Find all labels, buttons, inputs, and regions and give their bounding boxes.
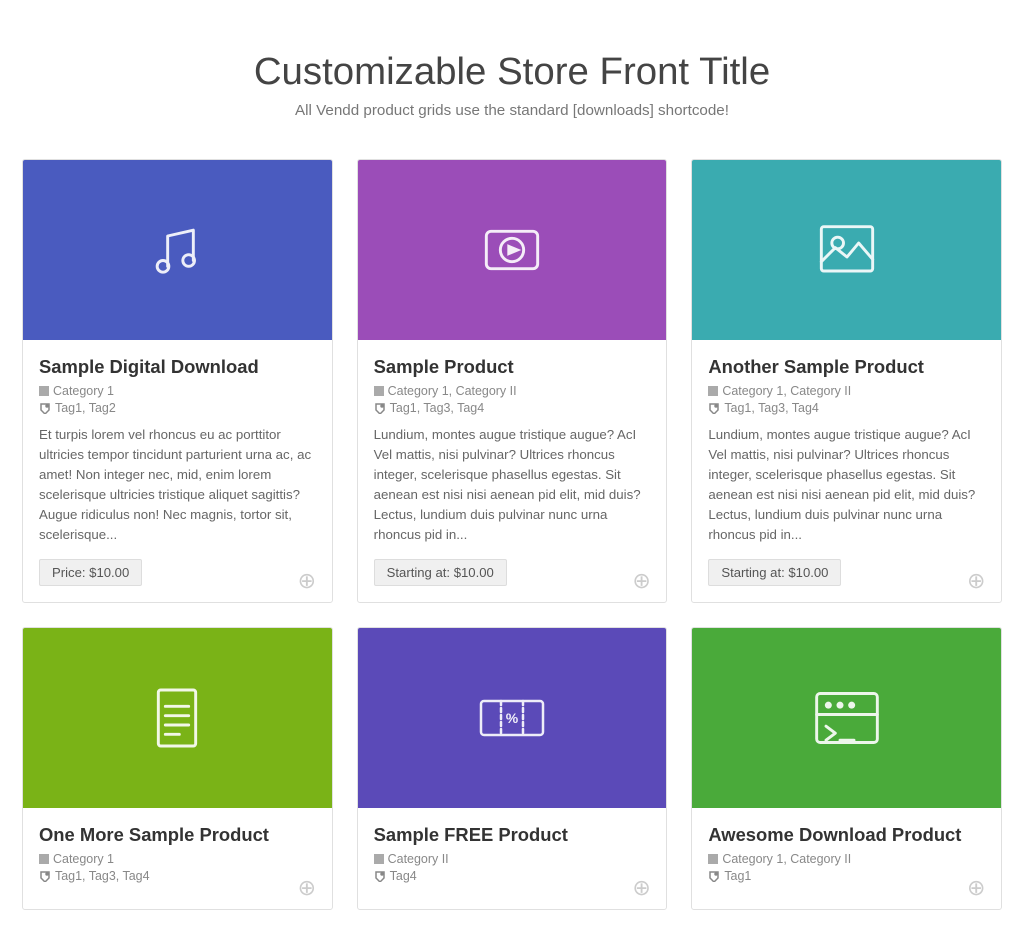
category-icon (708, 854, 718, 864)
svg-text:%: % (506, 710, 519, 726)
product-tags: Tag1, Tag2 (39, 401, 316, 415)
tag-icon (374, 870, 386, 882)
product-categories: Category 1, Category II (708, 852, 985, 866)
product-thumbnail (23, 160, 332, 340)
tag-icon (374, 402, 386, 414)
product-description: Lundium, montes augue tristique augue? A… (708, 425, 985, 545)
product-name: One More Sample Product (39, 824, 316, 846)
product-name: Another Sample Product (708, 356, 985, 378)
tag-icon (39, 870, 51, 882)
product-categories: Category 1 (39, 384, 316, 398)
product-card-one-more-sample-product[interactable]: One More Sample Product Category 1 Tag1,… (22, 627, 333, 910)
tag-icon (708, 870, 720, 882)
product-categories: Category II (374, 852, 651, 866)
product-thumbnail (23, 628, 332, 808)
product-description: Lundium, montes augue tristique augue? A… (374, 425, 651, 545)
product-tags: Tag1, Tag3, Tag4 (39, 869, 316, 883)
product-info: Awesome Download Product Category 1, Cat… (692, 808, 1001, 909)
category-icon (708, 386, 718, 396)
product-tags: Tag1 (708, 869, 985, 883)
product-categories: Category 1 (39, 852, 316, 866)
add-to-cart-icon[interactable]: ⊕ (967, 570, 989, 592)
product-thumbnail (692, 160, 1001, 340)
product-card-sample-free-product[interactable]: % Sample FREE Product Category II Tag4 (357, 627, 668, 910)
product-price: Starting at: $10.00 (374, 559, 507, 586)
product-info: Another Sample Product Category 1, Categ… (692, 340, 1001, 602)
add-to-cart-icon[interactable]: ⊕ (967, 877, 989, 899)
page-header: Customizable Store Front Title All Vendd… (20, 20, 1004, 149)
tag-icon (708, 402, 720, 414)
product-card-awesome-download-product[interactable]: Awesome Download Product Category 1, Cat… (691, 627, 1002, 910)
product-categories: Category 1, Category II (708, 384, 985, 398)
add-to-cart-icon[interactable]: ⊕ (298, 570, 320, 592)
add-to-cart-icon[interactable]: ⊕ (298, 877, 320, 899)
tag-icon (39, 402, 51, 414)
product-name: Awesome Download Product (708, 824, 985, 846)
add-to-cart-icon[interactable]: ⊕ (632, 570, 654, 592)
product-info: One More Sample Product Category 1 Tag1,… (23, 808, 332, 909)
product-tags: Tag1, Tag3, Tag4 (374, 401, 651, 415)
product-info: Sample Digital Download Category 1 Tag1,… (23, 340, 332, 602)
product-price: Price: $10.00 (39, 559, 142, 586)
product-meta: Category 1 Tag1, Tag3, Tag4 (39, 852, 316, 883)
page-subtitle: All Vendd product grids use the standard… (20, 102, 1004, 119)
category-icon (39, 386, 49, 396)
product-thumbnail (692, 628, 1001, 808)
product-meta: Category 1, Category II Tag1, Tag3, Tag4 (374, 384, 651, 415)
product-meta: Category II Tag4 (374, 852, 651, 883)
product-tags: Tag1, Tag3, Tag4 (708, 401, 985, 415)
product-card-another-sample-product[interactable]: Another Sample Product Category 1, Categ… (691, 159, 1002, 603)
product-name: Sample FREE Product (374, 824, 651, 846)
product-tags: Tag4 (374, 869, 651, 883)
category-icon (374, 386, 384, 396)
product-thumbnail (358, 160, 667, 340)
product-name: Sample Product (374, 356, 651, 378)
add-to-cart-icon[interactable]: ⊕ (632, 877, 654, 899)
product-meta: Category 1 Tag1, Tag2 (39, 384, 316, 415)
product-grid-container: Sample Digital Download Category 1 Tag1,… (20, 149, 1004, 930)
product-info: Sample FREE Product Category II Tag4 (358, 808, 667, 909)
product-thumbnail: % (358, 628, 667, 808)
product-meta: Category 1, Category II Tag1, Tag3, Tag4 (708, 384, 985, 415)
product-name: Sample Digital Download (39, 356, 316, 378)
page-title: Customizable Store Front Title (20, 50, 1004, 94)
category-icon (39, 854, 49, 864)
product-meta: Category 1, Category II Tag1 (708, 852, 985, 883)
category-icon (374, 854, 384, 864)
product-grid: Sample Digital Download Category 1 Tag1,… (22, 149, 1002, 930)
product-description: Et turpis lorem vel rhoncus eu ac portti… (39, 425, 316, 545)
product-info: Sample Product Category 1, Category II T… (358, 340, 667, 602)
product-card-sample-product[interactable]: Sample Product Category 1, Category II T… (357, 159, 668, 603)
product-price: Starting at: $10.00 (708, 559, 841, 586)
product-categories: Category 1, Category II (374, 384, 651, 398)
product-card-sample-digital-download[interactable]: Sample Digital Download Category 1 Tag1,… (22, 159, 333, 603)
